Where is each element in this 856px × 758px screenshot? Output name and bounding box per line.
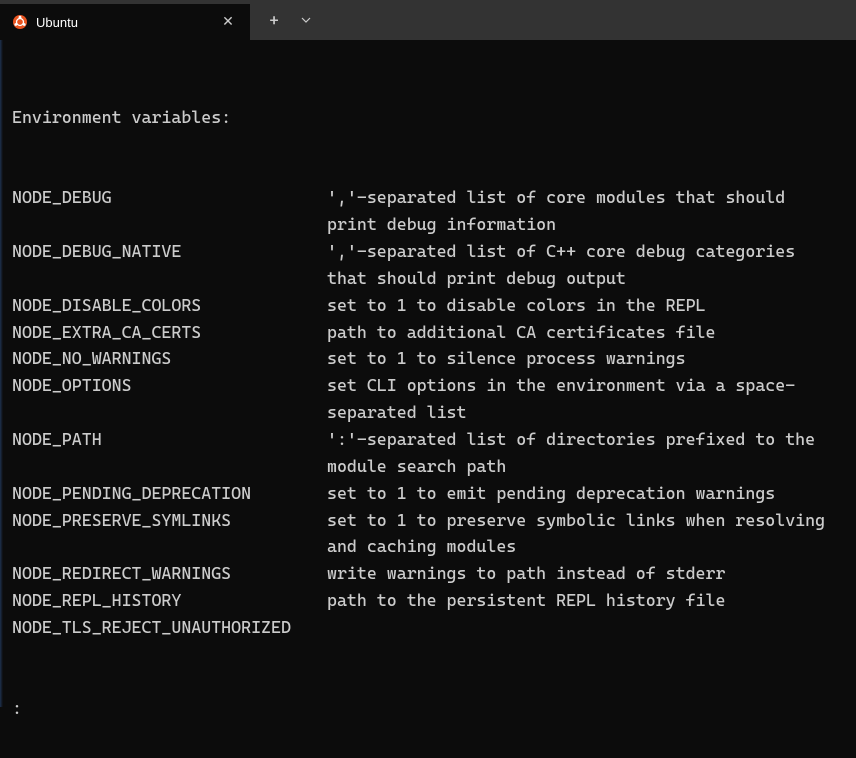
close-icon[interactable]: ✕: [218, 12, 238, 32]
env-var-row: NODE_DISABLE_COLORSset to 1 to disable c…: [12, 292, 844, 319]
env-var-name: NODE_OPTIONS: [12, 372, 327, 426]
env-var-row: NODE_PATH':'-separated list of directori…: [12, 426, 844, 480]
env-var-name: NODE_EXTRA_CA_CERTS: [12, 319, 327, 346]
tab-actions: +: [250, 0, 322, 40]
env-var-row: NODE_PENDING_DEPRECATIONset to 1 to emit…: [12, 480, 844, 507]
env-var-name: NODE_REDIRECT_WARNINGS: [12, 560, 327, 587]
dropdown-icon[interactable]: [290, 4, 322, 36]
env-var-name: NODE_TLS_REJECT_UNAUTHORIZED: [12, 614, 327, 641]
env-var-row: NODE_OPTIONSset CLI options in the envir…: [12, 372, 844, 426]
env-var-row: NODE_NO_WARNINGSset to 1 to silence proc…: [12, 345, 844, 372]
env-var-row: NODE_PRESERVE_SYMLINKSset to 1 to preser…: [12, 507, 844, 561]
tab-title: Ubuntu: [36, 15, 218, 30]
env-var-name: NODE_PRESERVE_SYMLINKS: [12, 507, 327, 561]
env-var-name: NODE_DEBUG: [12, 184, 327, 238]
window-left-border: [0, 40, 3, 707]
env-var-name: NODE_DISABLE_COLORS: [12, 292, 327, 319]
env-var-desc: set CLI options in the environment via a…: [327, 372, 844, 426]
env-var-name: NODE_REPL_HISTORY: [12, 587, 327, 614]
env-var-desc: ','-separated list of core modules that …: [327, 184, 844, 238]
env-var-name: NODE_NO_WARNINGS: [12, 345, 327, 372]
new-tab-button[interactable]: +: [258, 4, 290, 36]
pager-prompt: :: [12, 695, 844, 722]
env-var-desc: [327, 614, 844, 641]
env-var-row: NODE_REDIRECT_WARNINGSwrite warnings to …: [12, 560, 844, 587]
env-var-row: NODE_DEBUG','-separated list of core mod…: [12, 184, 844, 238]
terminal-content[interactable]: Environment variables: NODE_DEBUG','-sep…: [0, 40, 856, 758]
env-var-row: NODE_EXTRA_CA_CERTSpath to additional CA…: [12, 319, 844, 346]
env-var-desc: set to 1 to emit pending deprecation war…: [327, 480, 844, 507]
section-header: Environment variables:: [12, 104, 844, 131]
env-var-row: NODE_DEBUG_NATIVE','-separated list of C…: [12, 238, 844, 292]
env-var-desc: path to additional CA certificates file: [327, 319, 844, 346]
env-var-desc: path to the persistent REPL history file: [327, 587, 844, 614]
env-var-row: NODE_TLS_REJECT_UNAUTHORIZED: [12, 614, 844, 641]
env-var-desc: write warnings to path instead of stderr: [327, 560, 844, 587]
env-var-row: NODE_REPL_HISTORYpath to the persistent …: [12, 587, 844, 614]
env-var-list: NODE_DEBUG','-separated list of core mod…: [12, 184, 844, 641]
env-var-desc: ','-separated list of C++ core debug cat…: [327, 238, 844, 292]
env-var-desc: set to 1 to silence process warnings: [327, 345, 844, 372]
env-var-name: NODE_PENDING_DEPRECATION: [12, 480, 327, 507]
tab-ubuntu[interactable]: Ubuntu ✕: [0, 4, 250, 40]
env-var-desc: ':'-separated list of directories prefix…: [327, 426, 844, 480]
env-var-name: NODE_PATH: [12, 426, 327, 480]
titlebar: Ubuntu ✕ +: [0, 0, 856, 40]
ubuntu-icon: [12, 14, 28, 30]
env-var-desc: set to 1 to preserve symbolic links when…: [327, 507, 844, 561]
env-var-desc: set to 1 to disable colors in the REPL: [327, 292, 844, 319]
env-var-name: NODE_DEBUG_NATIVE: [12, 238, 327, 292]
